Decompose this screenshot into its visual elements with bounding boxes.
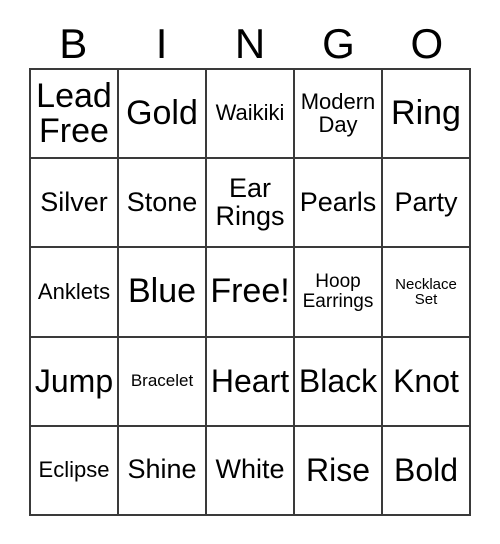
bingo-header-letter-g: G: [322, 20, 355, 67]
bingo-cell-r5c1[interactable]: Eclipse: [31, 426, 119, 516]
bingo-cell-r3c2[interactable]: Blue: [119, 248, 207, 338]
bingo-cell-label: Waikiki: [215, 100, 285, 126]
bingo-cell-r2c2[interactable]: Stone: [119, 159, 207, 249]
bingo-cell-r1c1[interactable]: Lead Free: [31, 70, 119, 160]
bingo-cell-label: Lead Free: [36, 76, 112, 150]
bingo-header-letter-n: N: [234, 20, 266, 67]
bingo-cell-r3c1[interactable]: Anklets: [31, 248, 119, 338]
bingo-cell-r5c4[interactable]: Rise: [295, 426, 383, 516]
bingo-cell-label: Bracelet: [130, 371, 194, 391]
bingo-header-letter-i: I: [155, 20, 168, 67]
bingo-header-row: B I N G O: [29, 20, 471, 68]
bingo-cell-label: Ear Rings: [215, 172, 285, 231]
bingo-cell-label: Stone: [126, 186, 198, 217]
bingo-cell-r1c5[interactable]: Ring: [383, 70, 471, 160]
bingo-cell-label: Party: [394, 186, 458, 217]
bingo-cell-label: Hoop Earrings: [302, 271, 374, 312]
bingo-cell-label: Rise: [305, 451, 370, 488]
bingo-cell-label: Necklace Set: [395, 275, 457, 308]
bingo-cell-r1c2[interactable]: Gold: [119, 70, 207, 160]
bingo-cell-r4c1[interactable]: Jump: [31, 337, 119, 427]
bingo-cell-label: Free!: [210, 272, 290, 311]
bingo-cell-r4c5[interactable]: Knot: [383, 337, 471, 427]
bingo-grid: Lead Free Gold Waikiki Modern Day Ring Silver…: [29, 68, 471, 516]
bingo-cell-label: Silver: [40, 186, 108, 217]
bingo-cell-label: Heart: [210, 362, 290, 399]
bingo-cell-r3c4[interactable]: Hoop Earrings: [295, 248, 383, 338]
bingo-cell-label: Eclipse: [38, 457, 110, 483]
bingo-cell-label: Black: [298, 362, 378, 399]
bingo-cell-r4c3[interactable]: Heart: [207, 337, 295, 427]
bingo-header-letter-o: O: [410, 20, 444, 67]
bingo-cell-r1c4[interactable]: Modern Day: [295, 70, 383, 160]
bingo-header-letter-b: B: [59, 20, 88, 67]
bingo-cell-r3c5[interactable]: Necklace Set: [383, 248, 471, 338]
bingo-cell-r3c3[interactable]: Free!: [207, 248, 295, 338]
bingo-card: B I N G O Lead Free Gold Waikiki Modern Day…: [0, 0, 500, 544]
bingo-cell-label: Anklets: [37, 278, 111, 304]
bingo-cell-label: Knot: [393, 362, 459, 399]
bingo-cell-label: Ring: [391, 94, 461, 133]
bingo-cell-r2c1[interactable]: Silver: [31, 159, 119, 249]
bingo-cell-r4c2[interactable]: Bracelet: [119, 337, 207, 427]
bingo-cell-label: White: [215, 454, 285, 485]
bingo-cell-r5c2[interactable]: Shine: [119, 426, 207, 516]
bingo-cell-r5c3[interactable]: White: [207, 426, 295, 516]
bingo-cell-label: Modern Day: [300, 88, 376, 137]
bingo-cell-r2c3[interactable]: Ear Rings: [207, 159, 295, 249]
bingo-cell-label: Pearls: [299, 186, 377, 217]
bingo-cell-label: Jump: [34, 362, 114, 399]
bingo-cell-r4c4[interactable]: Black: [295, 337, 383, 427]
bingo-cell-label: Gold: [126, 94, 198, 133]
bingo-cell-label: Shine: [127, 454, 197, 485]
bingo-cell-r1c3[interactable]: Waikiki: [207, 70, 295, 160]
bingo-cell-label: Bold: [393, 451, 459, 488]
bingo-cell-r5c5[interactable]: Bold: [383, 426, 471, 516]
bingo-cell-label: Blue: [127, 272, 197, 311]
bingo-cell-r2c4[interactable]: Pearls: [295, 159, 383, 249]
bingo-cell-r2c5[interactable]: Party: [383, 159, 471, 249]
